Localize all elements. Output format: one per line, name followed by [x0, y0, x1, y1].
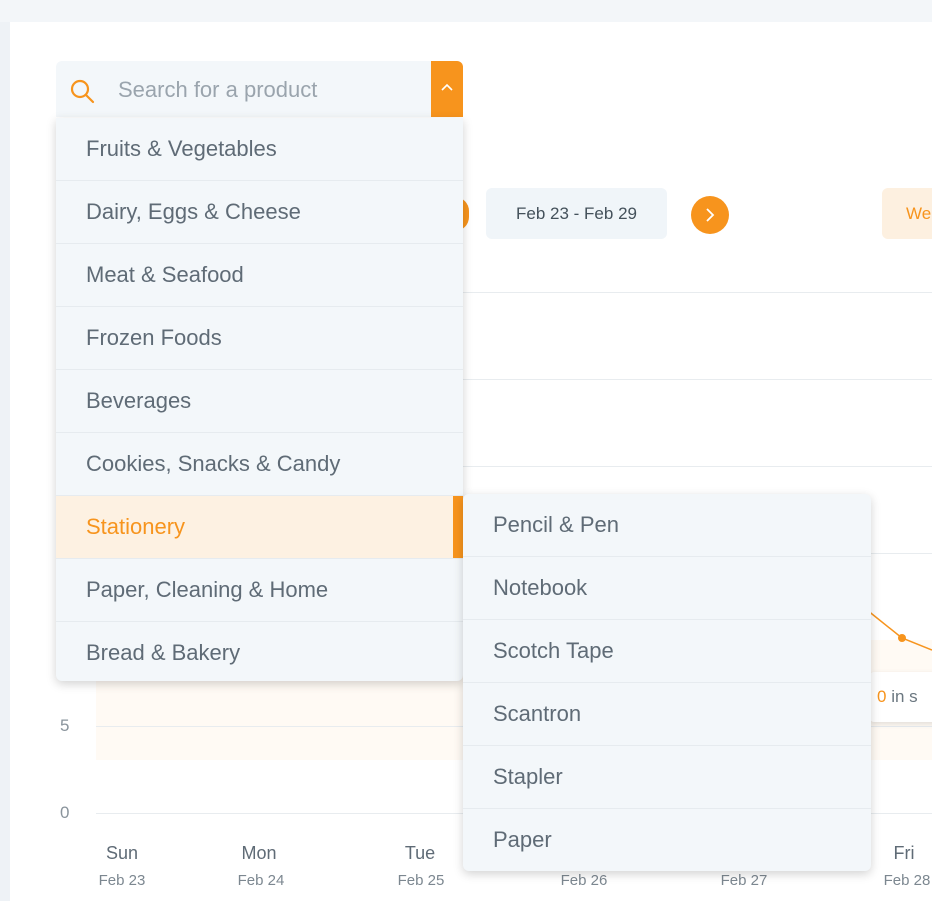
chevron-up-icon — [441, 83, 453, 91]
view-mode-button[interactable]: We — [882, 188, 932, 239]
subcategory-item[interactable]: Paper — [463, 809, 871, 871]
tooltip-text: in s — [886, 687, 918, 706]
day-label-mon: Mon — [241, 843, 277, 863]
category-item-active[interactable]: Stationery — [56, 496, 463, 559]
y-tick-label: 5 — [60, 716, 70, 735]
day-label-sun: Sun — [105, 843, 139, 863]
subcategory-item[interactable]: Pencil & Pen — [463, 494, 871, 557]
day-label-fri: Fri — [893, 843, 915, 863]
category-item[interactable]: Meat & Seafood — [56, 244, 463, 307]
date-label: Feb 27 — [720, 872, 768, 889]
trend-point[interactable] — [898, 634, 906, 642]
category-item[interactable]: Fruits & Vegetables — [56, 118, 463, 181]
y-tick-label: 0 — [60, 803, 70, 822]
next-week-button[interactable] — [691, 196, 729, 234]
search-input[interactable] — [118, 75, 418, 105]
category-dropdown-toggle[interactable] — [431, 61, 463, 117]
date-label: Feb 26 — [560, 872, 608, 889]
category-menu: Fruits & Vegetables Dairy, Eggs & Cheese… — [56, 118, 463, 681]
top-bar — [0, 0, 932, 22]
category-item[interactable]: Bread & Bakery — [56, 622, 463, 681]
date-label: Feb 28 — [883, 872, 931, 889]
day-label-tue: Tue — [404, 843, 436, 863]
date-label: Feb 25 — [397, 872, 445, 889]
product-search — [56, 61, 463, 117]
subcategory-item[interactable]: Scantron — [463, 683, 871, 746]
category-item[interactable]: Frozen Foods — [56, 307, 463, 370]
category-item[interactable]: Cookies, Snacks & Candy — [56, 433, 463, 496]
subcategory-item[interactable]: Stapler — [463, 746, 871, 809]
date-label: Feb 24 — [237, 872, 285, 889]
search-icon — [70, 79, 95, 104]
subcategory-item[interactable]: Notebook — [463, 557, 871, 620]
category-item[interactable]: Beverages — [56, 370, 463, 433]
category-item[interactable]: Paper, Cleaning & Home — [56, 559, 463, 622]
week-range-label: Feb 23 - Feb 29 — [486, 188, 667, 239]
category-item[interactable]: Dairy, Eggs & Cheese — [56, 181, 463, 244]
subcategory-menu: Pencil & Pen Notebook Scotch Tape Scantr… — [463, 494, 871, 871]
date-label: Feb 23 — [98, 872, 146, 889]
chart-tooltip: 0 in s — [870, 672, 932, 722]
chevron-right-icon — [706, 208, 715, 222]
subcategory-item[interactable]: Scotch Tape — [463, 620, 871, 683]
